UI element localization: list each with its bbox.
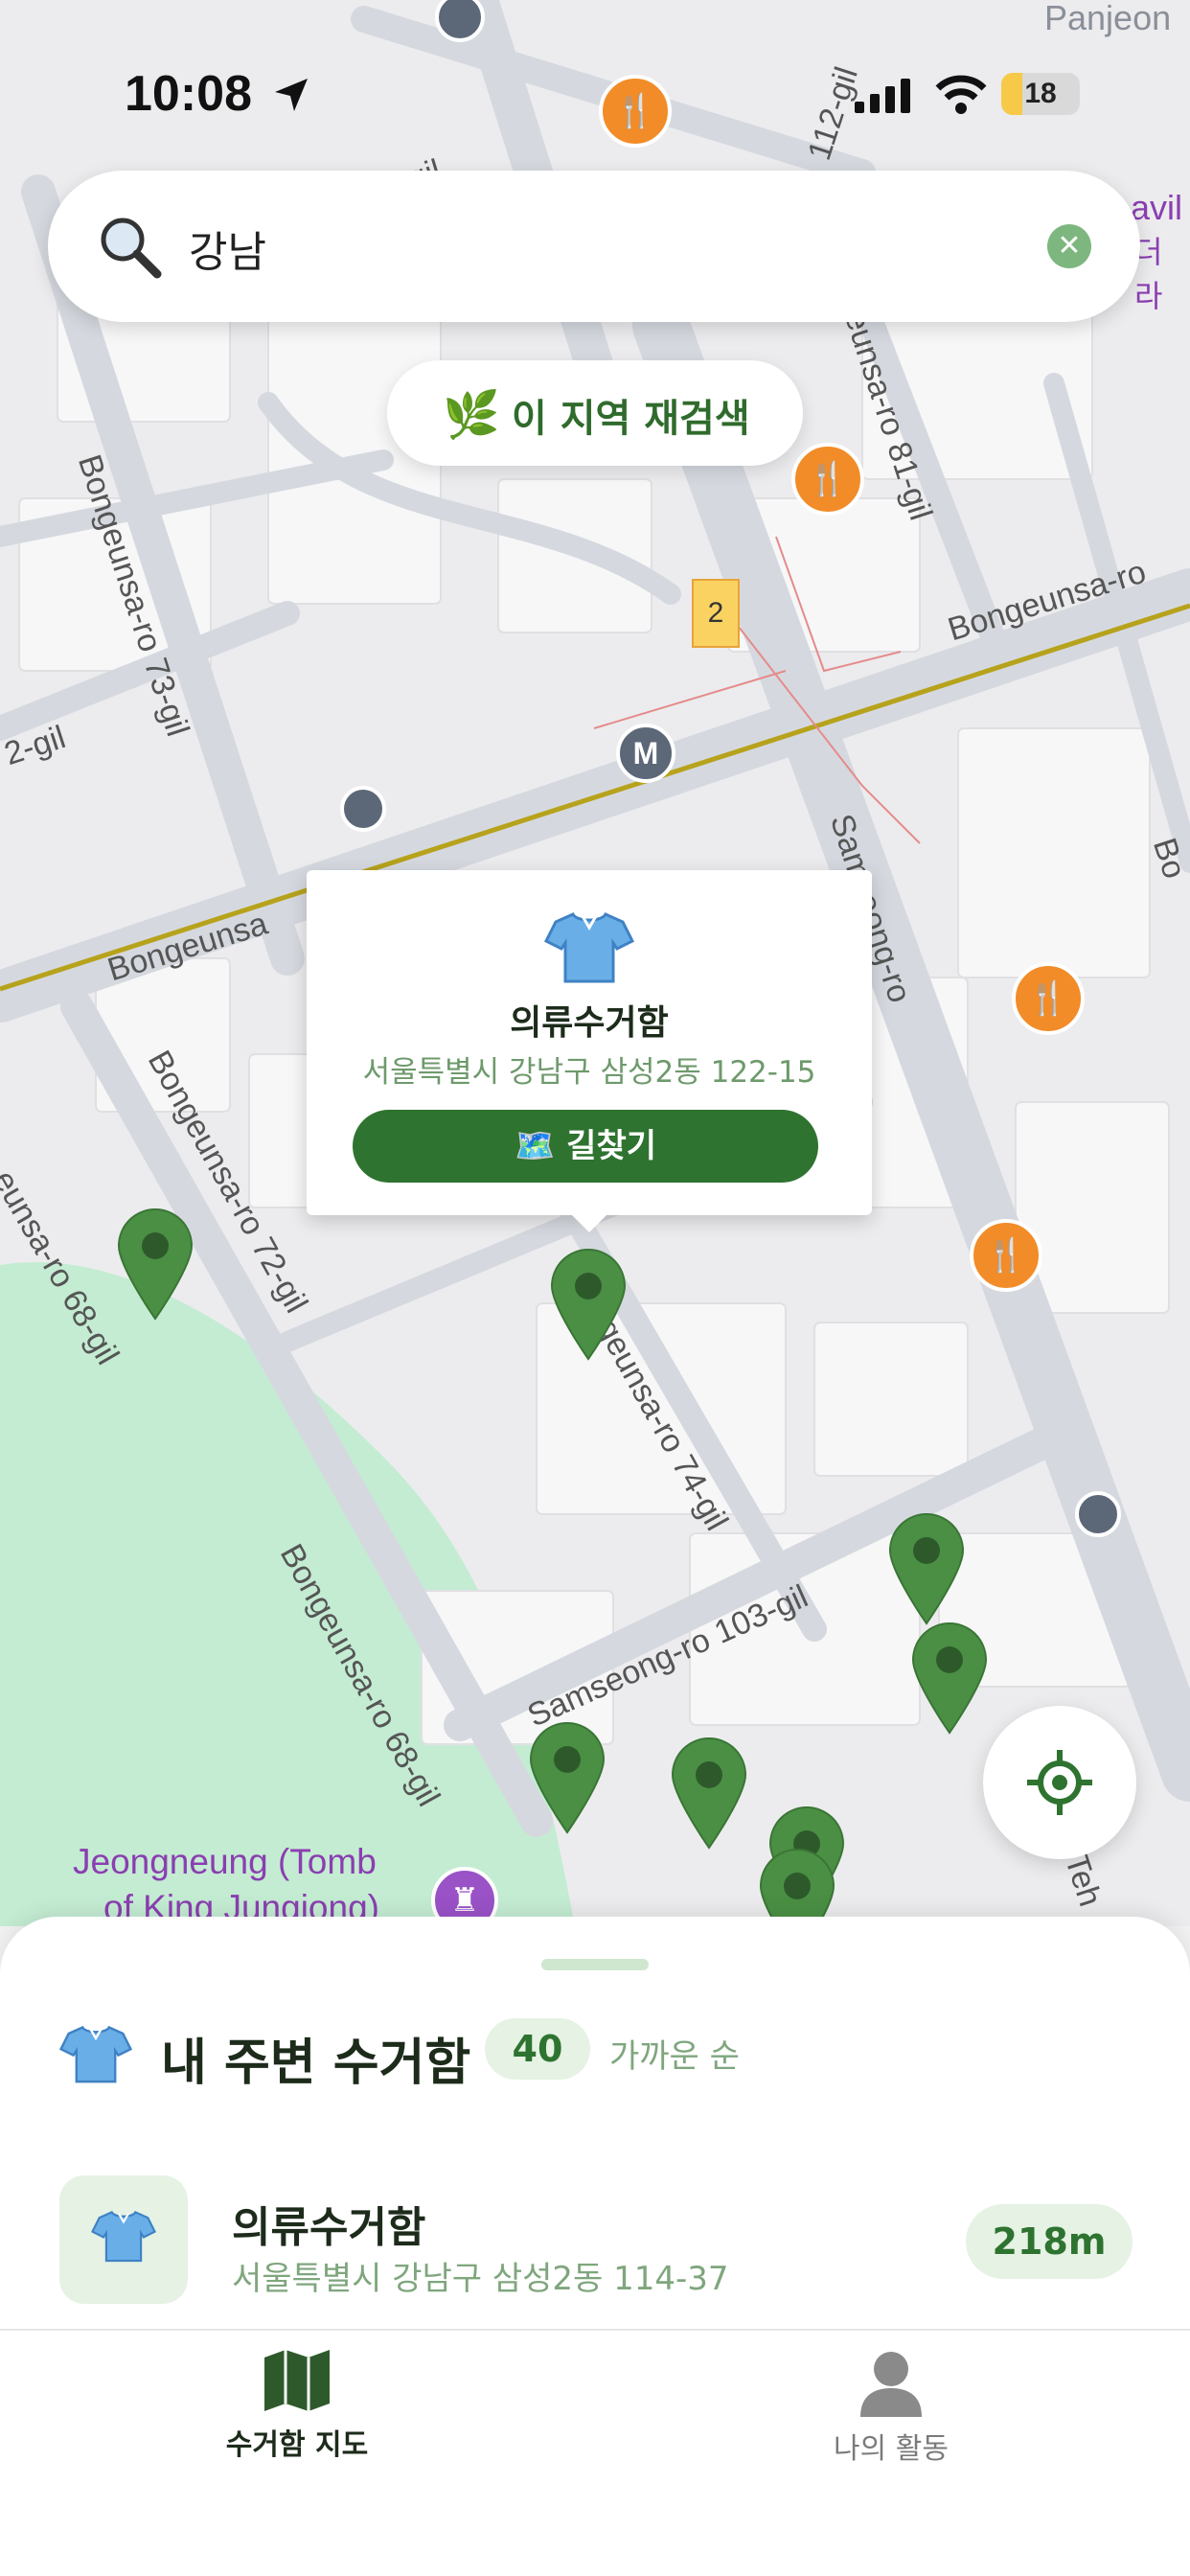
bin-marker[interactable] [909, 1622, 990, 1735]
item-name: 의류수거함 [232, 2203, 426, 2252]
research-area-button[interactable]: 🌿 이 지역 재검색 [387, 360, 803, 466]
directions-button[interactable]: 🗺️ 길찾기 [353, 1110, 818, 1183]
bin-count-badge: 40 [485, 2018, 590, 2080]
item-address: 서울특별시 강남구 삼성2동 114-37 [232, 2260, 729, 2298]
clear-search-button[interactable]: ✕ [1047, 224, 1091, 268]
tab-map-label: 수거함 지도 [225, 2428, 369, 2462]
bin-marker-selected[interactable] [548, 1248, 629, 1361]
search-input[interactable] [187, 209, 1053, 288]
shirt-icon [59, 2025, 132, 2083]
tab-map[interactable]: 수거함 지도 [153, 2348, 441, 2482]
map-icon: 🗺️ [514, 1127, 556, 1165]
search-icon [101, 218, 162, 279]
battery-level: 18 [1024, 78, 1057, 109]
leaf-icon: 🌿 [443, 388, 500, 442]
search-bar[interactable]: ✕ [48, 171, 1140, 322]
sheet-drag-handle[interactable] [541, 1959, 649, 1970]
item-thumbnail [59, 2175, 188, 2304]
bin-info-popup: 의류수거함 서울특별시 강남구 삼성2동 122-15 🗺️ 길찾기 [307, 870, 872, 1232]
bin-marker[interactable] [527, 1721, 607, 1834]
research-area-label: 이 지역 재검색 [512, 397, 750, 441]
popup-address: 서울특별시 강남구 삼성2동 122-15 [362, 1055, 816, 1090]
bus-stop-icon[interactable] [340, 786, 386, 832]
list-item[interactable]: 의류수거함 서울특별시 강남구 삼성2동 114-37 218m [59, 2175, 1133, 2305]
restaurant-icon[interactable]: 🍴 [970, 1219, 1042, 1292]
sort-label[interactable]: 가까운 순 [609, 2030, 740, 2077]
tab-bar-divider [0, 2329, 1190, 2331]
map-label-pavilion-2: 더라 [1134, 234, 1163, 314]
restaurant-icon[interactable]: 🍴 [1012, 962, 1085, 1035]
battery-icon: 18 [1001, 73, 1080, 115]
nearby-bins-sheet[interactable]: 내 주변 수거함 40 가까운 순 의류수거함 서울특별시 강남구 삼성2동 1… [0, 1917, 1190, 2576]
metro-station-icon[interactable]: M [616, 724, 675, 783]
bin-marker[interactable] [886, 1512, 967, 1625]
status-time: 10:08 [125, 66, 252, 122]
item-distance-badge: 218m [966, 2204, 1133, 2279]
sheet-header: 내 주변 수거함 40 가까운 순 [59, 2012, 1133, 2099]
sheet-title: 내 주변 수거함 [161, 2035, 471, 2092]
current-location-button[interactable] [983, 1706, 1136, 1859]
shirt-icon [544, 912, 634, 983]
map-label-jeongneung-1: Jeongneung (Tomb [73, 1842, 377, 1881]
wifi-icon [935, 75, 987, 114]
location-arrow-icon [275, 79, 308, 111]
status-bar: 10:08 18 [0, 0, 1190, 192]
map-label-pavilion-1: avil [1131, 188, 1183, 227]
bin-marker[interactable] [669, 1736, 749, 1850]
bin-marker[interactable] [757, 1848, 837, 1926]
shirt-icon [91, 2210, 156, 2263]
tab-my-activity[interactable]: 나의 활동 [747, 2348, 1035, 2482]
bus-stop-icon[interactable] [1075, 1491, 1121, 1537]
subway-exit-badge: 2 [692, 579, 740, 648]
bin-marker[interactable] [115, 1208, 195, 1321]
signal-icon [855, 79, 910, 113]
person-icon [860, 2352, 922, 2417]
restaurant-icon[interactable]: 🍴 [791, 443, 864, 516]
directions-label: 길찾기 [566, 1127, 657, 1165]
locate-icon [1027, 1750, 1092, 1815]
map-icon [264, 2350, 330, 2411]
popup-title: 의류수거함 [510, 1003, 669, 1043]
tab-my-activity-label: 나의 활동 [834, 2432, 949, 2466]
